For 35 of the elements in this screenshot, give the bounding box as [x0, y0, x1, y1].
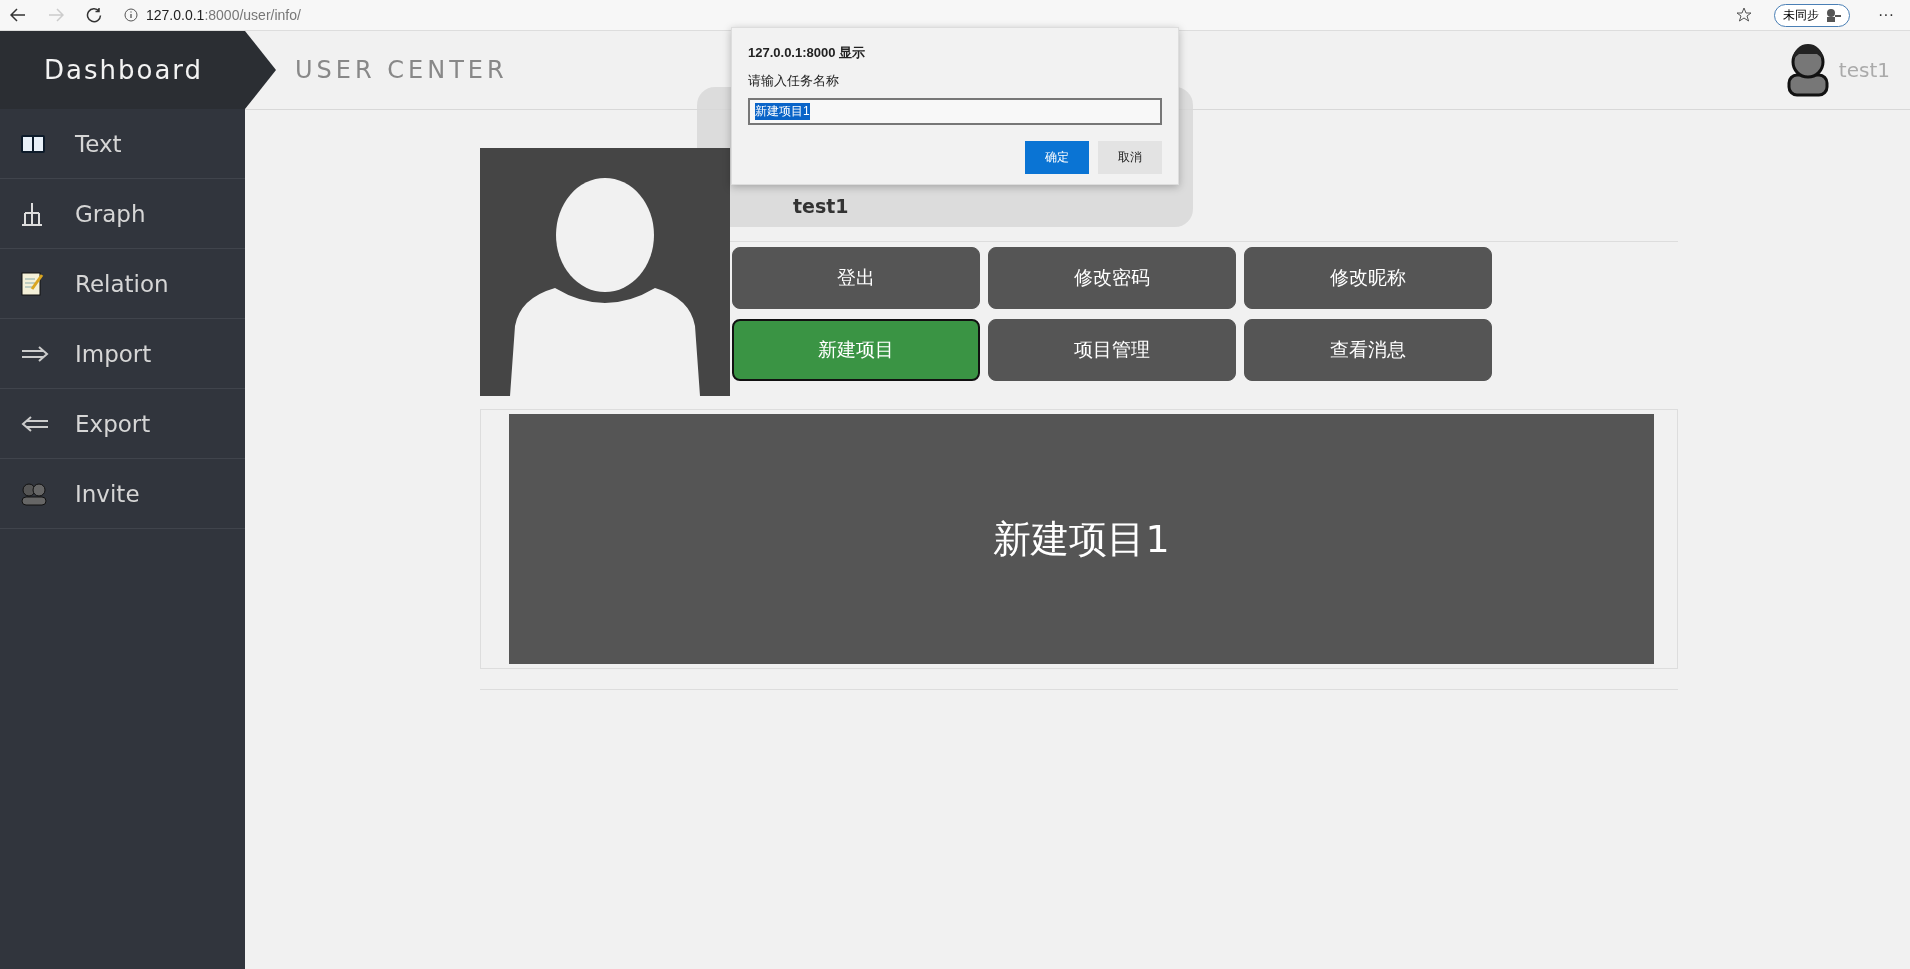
sidebar-item[interactable]: Invite — [0, 459, 245, 529]
back-icon[interactable] — [10, 8, 26, 22]
input-field[interactable]: 新建项目1 — [748, 98, 1162, 125]
people-icon — [20, 481, 48, 506]
project-card[interactable]: 新建项目1 — [509, 414, 1654, 664]
dialog-title: 127.0.0.1:8000 显示 — [748, 44, 867, 62]
star-icon[interactable] — [1736, 7, 1752, 23]
notepad-icon — [20, 270, 44, 297]
right-arrow-icon — [20, 345, 50, 362]
sidebar-item[interactable]: Graph — [0, 179, 245, 249]
sync-button[interactable]: 未同步 — [1774, 3, 1850, 27]
profile-icon — [1825, 8, 1841, 22]
hierarchy-icon — [20, 200, 44, 227]
action-button[interactable]: 修改昵称 — [1244, 247, 1492, 309]
sidebar-item[interactable]: Relation — [0, 249, 245, 319]
menu-button[interactable]: ··· — [1872, 5, 1900, 25]
action-button[interactable]: 新建项目 — [732, 319, 980, 381]
action-button[interactable]: 登出 — [732, 247, 980, 309]
action-button[interactable]: 查看消息 — [1244, 319, 1492, 381]
action-button[interactable]: 项目管理 — [988, 319, 1236, 381]
book-icon — [20, 132, 46, 155]
page-title: USER CENTER — [295, 56, 508, 84]
user-name: test1 — [1838, 58, 1890, 82]
reload-icon[interactable] — [86, 7, 102, 23]
address-field[interactable]: 127.0.0.1:8000/user/info/ — [146, 7, 301, 23]
dialog-message: 请输入任务名称 — [748, 72, 840, 90]
sidebar-item[interactable]: Export — [0, 389, 245, 459]
sidebar-item[interactable]: Text — [0, 109, 245, 179]
left-arrow-icon — [20, 415, 50, 432]
sidebar-item[interactable]: Import — [0, 319, 245, 389]
ok-button[interactable]: 确定 — [1025, 141, 1089, 174]
info-icon[interactable] — [124, 8, 138, 22]
action-button[interactable]: 修改密码 — [988, 247, 1236, 309]
cancel-button[interactable]: 取消 — [1098, 141, 1162, 174]
dashboard-title: Dashboard — [44, 55, 204, 85]
